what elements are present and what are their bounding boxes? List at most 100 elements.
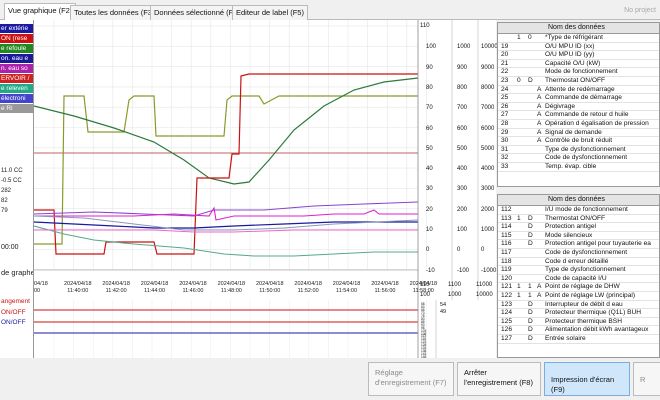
axis-tick-label: 10 bbox=[426, 227, 433, 233]
time-label: 2024/04/18 11:46:00 bbox=[179, 281, 207, 294]
tab-selected-data[interactable]: Données sélectionné (F4) bbox=[150, 5, 244, 20]
record-settings-button[interactable]: Réglage d'enregistrement (F7) bbox=[368, 362, 454, 396]
axis-tick-label: 9000 bbox=[481, 64, 495, 71]
axis-tick-label: 1000 bbox=[457, 44, 471, 51]
table-row[interactable]: 21 Capacité O/U (kW) bbox=[498, 60, 659, 69]
table-row[interactable]: 25 A Commande de démarrage bbox=[498, 94, 659, 103]
table-row[interactable]: 27 A Commande de retour d huile bbox=[498, 111, 659, 120]
tab-all-data[interactable]: Toutes les données (F3) bbox=[70, 5, 159, 20]
time-label: 2024/04/18 11:50:00 bbox=[256, 281, 284, 294]
stop-recording-button[interactable]: Arrêter l'enregistrement (F8) bbox=[457, 362, 541, 396]
data-table-bottom[interactable]: Nom des données 112 I/U mode de fonctionn… bbox=[497, 194, 660, 358]
axis-tick-label: 700 bbox=[457, 105, 468, 112]
project-status: No project bbox=[624, 7, 656, 14]
graph-canvas bbox=[34, 20, 479, 300]
time-label: 2024/04/18 11:40:00 bbox=[64, 281, 92, 294]
axis-tick-label: 60 bbox=[426, 125, 433, 132]
axis-tick-label: 80 bbox=[426, 84, 433, 91]
screen-print-button[interactable]: Impression d'écran (F9) bbox=[544, 362, 630, 396]
tab-graph-view[interactable]: Vue graphique (F2) bbox=[4, 3, 77, 20]
lower-legend-item[interactable]: angement bbox=[0, 297, 33, 306]
legend-item[interactable]: ON (rese bbox=[0, 34, 33, 43]
table-header: Nom des données bbox=[498, 195, 659, 206]
legend-item[interactable]: électroni bbox=[0, 94, 33, 103]
axis-tick-label: 6000 bbox=[481, 125, 495, 132]
table-row[interactable]: 23 0 D Thermostat ON/OFF bbox=[498, 77, 659, 86]
lower-legend-item[interactable]: ON/OFF bbox=[0, 318, 33, 327]
table-row[interactable]: 30 A Contrôle de bruit réduit bbox=[498, 137, 659, 146]
tab-label-editor[interactable]: Editeur de label (F5) bbox=[232, 5, 308, 20]
table-row[interactable]: 24 A Attente de redémarrage bbox=[498, 86, 659, 95]
table-row[interactable]: 118 Code d erreur détaillé bbox=[498, 258, 659, 267]
table-row[interactable]: 127 D Entrée solaire bbox=[498, 335, 659, 344]
value-readout: 11.0 CC bbox=[1, 168, 23, 174]
table-row[interactable]: 19 O/U MPU ID (xx) bbox=[498, 43, 659, 52]
table-row[interactable]: 125 D Protecteur thermique BSH bbox=[498, 318, 659, 327]
table-row[interactable]: 126 D Alimentation débit kWh avantageux bbox=[498, 326, 659, 335]
table-row[interactable]: 124 D Protecteur thermique (Q1L) BUH bbox=[498, 309, 659, 318]
axis-tick-label: 10000 bbox=[481, 44, 498, 51]
table-row[interactable]: 33 Temp. évap. cible bbox=[498, 163, 659, 172]
axis-tick-label: 40 bbox=[426, 166, 433, 173]
axis-tick-label: 0 bbox=[426, 247, 430, 254]
table-row[interactable]: 116 D Protection antigel pour tuyauterie e… bbox=[498, 240, 659, 249]
axis-tick-label: 5000 bbox=[481, 145, 495, 152]
table-row[interactable]: 120 Code de capacité I/U bbox=[498, 275, 659, 284]
table-row[interactable]: 119 Type de dysfonctionnement bbox=[498, 266, 659, 275]
axis-tick-label: 90 bbox=[426, 64, 433, 71]
axis-tick-label: 500 bbox=[457, 145, 468, 152]
time-label: 2024/04/18 11:44:00 bbox=[140, 281, 169, 294]
axis-tick-label: 0 bbox=[457, 247, 461, 254]
value-readout: -0.5 CC bbox=[1, 178, 22, 184]
table-row[interactable]: 31 Type de dysfonctionnement bbox=[498, 146, 659, 155]
table-row[interactable]: 20 O/U MPU ID (yy) bbox=[498, 51, 659, 60]
legend-item[interactable]: ERVOIR / bbox=[0, 74, 33, 83]
reset-button[interactable]: R bbox=[633, 362, 660, 396]
axis-tick-label: 20 bbox=[426, 206, 433, 213]
legend-item[interactable]: n. eau so bbox=[0, 64, 33, 73]
table-row[interactable]: 112 I/U mode de fonctionnement bbox=[498, 206, 659, 215]
table-row[interactable]: 28 A Opération d égalisation de pression bbox=[498, 120, 659, 129]
legend-item[interactable]: on. eau e bbox=[0, 54, 33, 63]
main-graph[interactable]: 100 1000 10000 90 900 9000 80 800 8000 70 700 7000 6… bbox=[34, 20, 498, 300]
table-row[interactable]: 113 1 D Thermostat ON/OFF bbox=[498, 215, 659, 224]
table-row[interactable]: 26 A Dégivrage bbox=[498, 103, 659, 112]
table-row[interactable]: 29 A Signal de demande bbox=[498, 129, 659, 138]
axis-tick-label: -10 bbox=[426, 267, 435, 274]
legend-item[interactable]: er extérie bbox=[0, 24, 33, 33]
table-row[interactable]: 1 0 *Type de réfrigérant bbox=[498, 34, 659, 43]
bottom-toolbar: Réglage d'enregistrement (F7) Arrêter l'… bbox=[0, 358, 660, 400]
lower-side-label: 49 bbox=[440, 309, 447, 315]
legend-item[interactable]: e releven bbox=[0, 84, 33, 93]
left-legend-panel: er extérie ON (rese e refoule on. eau e … bbox=[0, 20, 34, 400]
table-row[interactable]: 32 Code de dysfonctionnement bbox=[498, 154, 659, 163]
value-readout: 79 bbox=[1, 208, 8, 214]
axis-tick-label: 600 bbox=[457, 125, 468, 132]
axis-tick-label: 7000 bbox=[481, 105, 495, 112]
axis-tick-label: 4000 bbox=[481, 166, 495, 173]
axis-tick-label: 0 bbox=[481, 247, 485, 254]
axis-tick-label: 900 bbox=[457, 64, 468, 71]
axis-tick-label: 1000 bbox=[481, 227, 495, 233]
axis-tick-label: 3000 bbox=[481, 186, 495, 193]
table-row[interactable]: 114 D Protection antigel bbox=[498, 223, 659, 232]
axis-tick-label: 400 bbox=[457, 166, 468, 173]
data-table-top[interactable]: Nom des données 1 0 *Type de réfrigérant 19… bbox=[497, 22, 660, 187]
legend-item[interactable]: e refoule bbox=[0, 44, 33, 53]
lower-legend-item[interactable]: ON/OFF bbox=[0, 308, 33, 317]
table-row[interactable]: 121 1 1 A Point de réglage de DHW bbox=[498, 283, 659, 292]
table-row[interactable]: 123 D Interrupteur de débit d eau bbox=[498, 301, 659, 310]
axis-tick-label: 200 bbox=[457, 206, 468, 213]
graph-label: de graphe bbox=[1, 268, 34, 277]
axis-tick-label: 70 bbox=[426, 105, 433, 112]
legend-item[interactable]: e Ri bbox=[0, 104, 33, 113]
axis3-label: 10000 bbox=[476, 292, 493, 298]
digital-signal-graph[interactable]: 58 63 68 73 78 83 88 93 98 103 108 113 118 123 128 133 1… bbox=[34, 300, 496, 359]
table-row[interactable]: 22 Mode de fonctionnement bbox=[498, 68, 659, 77]
time-label: 2024/04/18 11:54:00 bbox=[332, 281, 361, 294]
table-row[interactable]: 122 1 1 A Point de réglage LW (principal) bbox=[498, 292, 659, 301]
axis-tick-label: -1000 bbox=[481, 267, 497, 274]
table-row[interactable]: 117 Code de dysfonctionnement bbox=[498, 249, 659, 258]
tab-bar: Vue graphique (F2) Toutes les données (F… bbox=[0, 0, 660, 20]
table-row[interactable]: 115 D Mode silencieux bbox=[498, 232, 659, 241]
